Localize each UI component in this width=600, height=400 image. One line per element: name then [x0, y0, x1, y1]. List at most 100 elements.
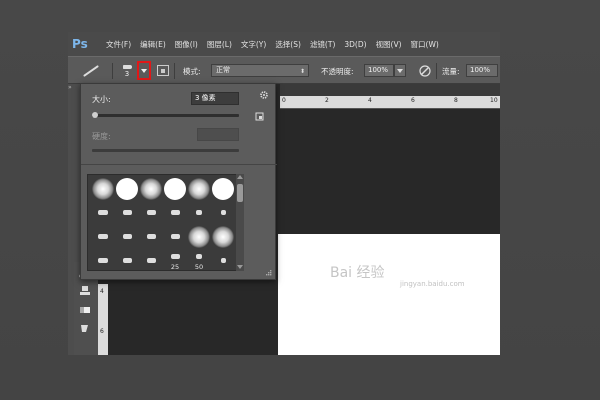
brush-tip-icon	[122, 64, 132, 69]
menu-edit[interactable]: 编辑(E)	[140, 39, 166, 50]
scroll-down-icon[interactable]	[237, 265, 243, 269]
menu-view[interactable]: 视图(V)	[376, 39, 402, 50]
brush-size-value: 3	[124, 69, 130, 78]
brush-preset-tip[interactable]	[116, 250, 138, 272]
brush-tip-icon	[188, 226, 210, 248]
hardness-label: 硬度:	[92, 132, 111, 141]
brush-preset-picker[interactable]: 3	[119, 62, 135, 80]
brush-preset-tip[interactable]	[164, 226, 186, 248]
menu-3d[interactable]: 3D(D)	[344, 40, 366, 49]
brush-preset-hard-round[interactable]	[116, 178, 138, 200]
brush-preset-soft-round[interactable]	[188, 226, 210, 248]
brush-tip-icon	[98, 234, 108, 239]
pressure-opacity-button[interactable]	[418, 64, 432, 78]
opacity-dropdown-button[interactable]	[394, 64, 406, 77]
brush-preset-tip[interactable]	[140, 250, 162, 272]
opacity-input[interactable]: 100%	[364, 64, 394, 77]
brush-size-caption: 50	[194, 263, 204, 271]
brush-preset-soft-round[interactable]	[188, 178, 210, 200]
size-input[interactable]: 3 像素	[191, 92, 239, 105]
brush-tip-icon	[164, 178, 186, 200]
flow-input[interactable]: 100%	[466, 64, 498, 77]
brush-tip-icon	[146, 234, 156, 239]
brush-preset-tip[interactable]	[212, 202, 234, 224]
separator	[174, 63, 175, 79]
photoshop-window: Ps 文件(F) 编辑(E) 图像(I) 图层(L) 文字(Y) 选择(S) 滤…	[68, 32, 500, 355]
brush-preset-tip[interactable]	[92, 226, 114, 248]
brush-preset-tip[interactable]	[92, 250, 114, 272]
brush-preset-tip[interactable]	[116, 226, 138, 248]
resize-grip-icon[interactable]	[266, 270, 272, 276]
brush-tip-icon	[98, 258, 108, 263]
brush-preset-hard-round[interactable]	[212, 178, 234, 200]
brush-preset-tip[interactable]: 50	[188, 250, 210, 272]
vertical-ruler: 4 6	[98, 284, 108, 355]
brush-preset-tip[interactable]	[92, 202, 114, 224]
scrollbar-thumb[interactable]	[237, 184, 243, 202]
brush-tip-icon	[122, 234, 132, 239]
brush-tip-icon	[188, 178, 210, 200]
menu-layer[interactable]: 图层(L)	[207, 39, 232, 50]
gradient-icon[interactable]	[78, 322, 92, 336]
menu-type[interactable]: 文字(Y)	[241, 39, 266, 50]
brush-preset-tip[interactable]	[140, 202, 162, 224]
tool-preset-picker[interactable]	[82, 57, 112, 85]
brush-tool-icon	[83, 65, 99, 77]
brush-preset-tip[interactable]	[212, 250, 234, 272]
brush-preset-tip[interactable]: 25	[164, 250, 186, 272]
menu-file[interactable]: 文件(F)	[106, 39, 131, 50]
ruler-tick-label: 4	[100, 288, 104, 295]
scroll-up-icon[interactable]	[237, 175, 243, 179]
brush-tip-icon	[220, 210, 226, 215]
ruler-tick-label: 2	[325, 97, 329, 104]
ruler-tick-label: 6	[100, 328, 104, 335]
ruler-tick-label: 4	[368, 97, 372, 104]
flow-value: 100%	[470, 66, 491, 74]
clone-stamp-icon[interactable]	[78, 284, 92, 298]
brush-size-caption: 25	[170, 263, 180, 271]
menu-filter[interactable]: 滤镜(T)	[310, 39, 335, 50]
mode-value: 正常	[216, 66, 230, 74]
brush-preset-dropdown-button[interactable]	[137, 61, 151, 80]
mode-select[interactable]: 正常 ⬍	[211, 64, 309, 77]
brush-tip-icon	[122, 258, 132, 263]
brush-preset-tip[interactable]	[188, 202, 210, 224]
brush-tip-icon	[140, 178, 162, 200]
brush-tip-icon	[92, 178, 114, 200]
brush-preset-hard-round[interactable]	[164, 178, 186, 200]
menu-image[interactable]: 图像(I)	[175, 39, 198, 50]
menu-window[interactable]: 窗口(W)	[411, 39, 439, 50]
hardness-input	[197, 128, 239, 141]
eraser-icon[interactable]	[78, 303, 92, 317]
settings-button[interactable]	[259, 90, 269, 100]
gear-icon	[260, 91, 268, 99]
opacity-label: 不透明度:	[321, 67, 354, 76]
brush-tip-icon	[122, 210, 132, 215]
brush-preset-tip[interactable]	[116, 202, 138, 224]
size-slider[interactable]	[92, 112, 239, 118]
brush-tip-icon	[212, 226, 234, 248]
brush-preset-popup: 大小: 3 像素 硬度: 25 50	[80, 83, 277, 280]
brush-tip-icon	[146, 210, 156, 215]
size-value: 3 像素	[195, 94, 216, 102]
ruler-tick-label: 0	[282, 97, 286, 104]
brush-preset-tip[interactable]	[164, 202, 186, 224]
ruler-tick-label: 8	[454, 97, 458, 104]
brush-preset-soft-round[interactable]	[92, 178, 114, 200]
updown-arrows-icon: ⬍	[299, 68, 305, 75]
brush-tip-icon	[170, 234, 180, 239]
document-canvas[interactable]	[278, 234, 500, 355]
brush-preset-tip[interactable]	[140, 226, 162, 248]
chevron-down-icon	[141, 68, 147, 73]
watermark-url: jingyan.baidu.com	[400, 280, 465, 288]
brush-preset-soft-round[interactable]	[140, 178, 162, 200]
toggle-brush-panel-button[interactable]	[157, 65, 169, 76]
brush-tip-icon	[196, 254, 202, 259]
menu-select[interactable]: 选择(S)	[275, 39, 301, 50]
collapse-arrows-icon[interactable]: »	[68, 84, 80, 92]
presets-scrollbar[interactable]	[236, 174, 244, 271]
flow-label: 流量:	[442, 67, 460, 76]
brush-preset-soft-round[interactable]	[212, 226, 234, 248]
size-slider-thumb[interactable]	[92, 112, 99, 118]
new-preset-button[interactable]	[255, 112, 264, 121]
